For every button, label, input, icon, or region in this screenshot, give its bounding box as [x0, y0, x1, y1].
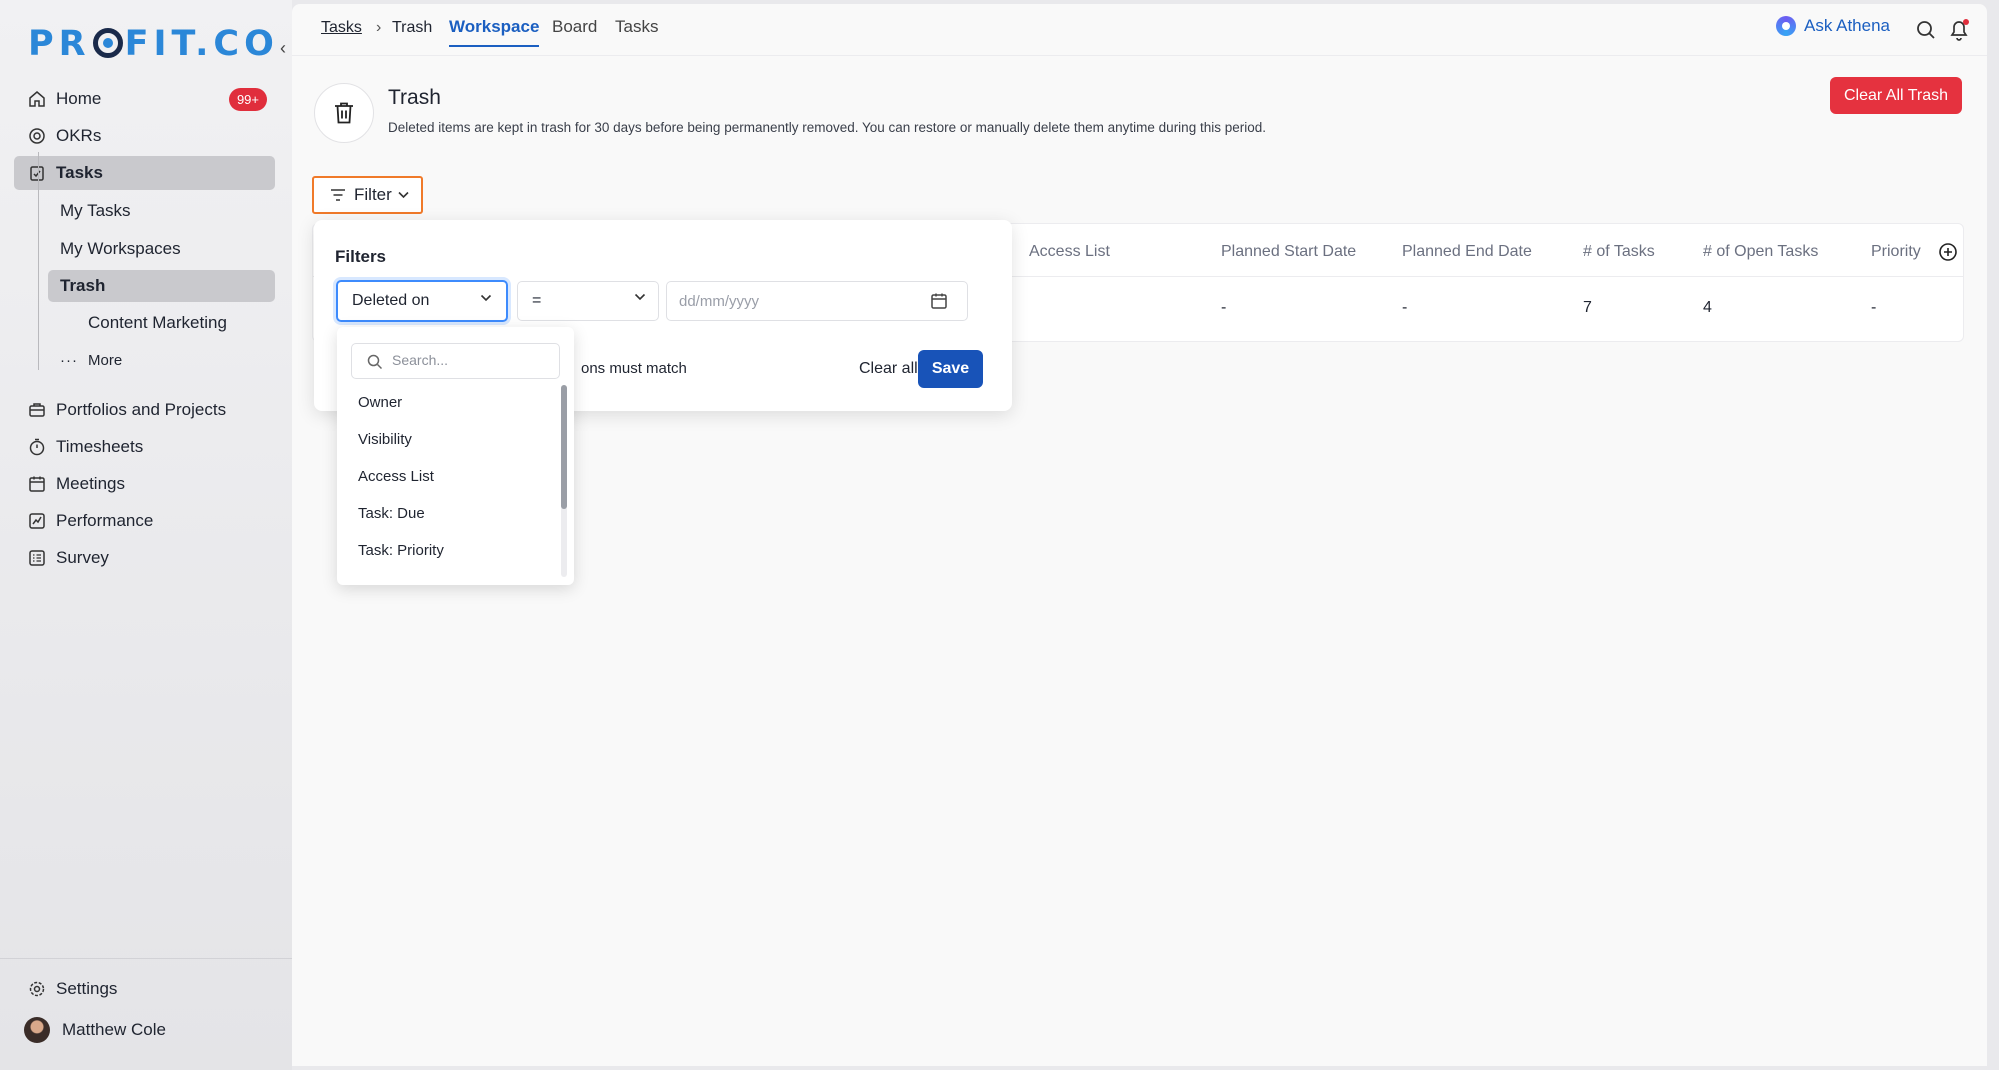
calendar-icon[interactable]: [930, 292, 948, 310]
sidebar-item-label: Home: [56, 89, 102, 108]
clipboard-check-icon: [30, 166, 44, 181]
sidebar-divider: [0, 958, 292, 959]
add-column-icon[interactable]: [1938, 242, 1958, 262]
chart-line-icon: [29, 513, 45, 529]
table-cell: -: [1221, 299, 1227, 316]
sidebar-item-label: Timesheets: [56, 437, 144, 456]
collapse-sidebar-icon[interactable]: ‹: [280, 38, 286, 59]
trash-header-icon: [314, 83, 374, 143]
tab-tasks[interactable]: Tasks: [615, 17, 658, 37]
sidebar-item-timesheets[interactable]: Timesheets: [14, 430, 275, 464]
breadcrumb-trash: Trash: [392, 19, 433, 36]
sidebar-subitem-content-marketing[interactable]: Content Marketing: [76, 307, 275, 339]
sidebar-subitem-more[interactable]: ··· More: [48, 344, 275, 376]
briefcase-icon: [29, 403, 45, 417]
sidebar: PR FIT.CO ‹ Home 99+ OKRs Tasks My Tasks …: [0, 0, 292, 1070]
bell-icon[interactable]: [1948, 18, 1970, 42]
athena-icon: [1776, 16, 1796, 36]
tab-board[interactable]: Board: [552, 17, 597, 37]
filter-date-input[interactable]: [666, 281, 968, 321]
sidebar-item-survey[interactable]: Survey: [14, 541, 275, 575]
target-icon: [29, 128, 45, 144]
column-header[interactable]: Access List: [1029, 243, 1110, 261]
logo-target-icon: [92, 28, 123, 58]
notification-badge: 99+: [228, 87, 267, 111]
topbar: Tasks › Trash Workspace Board Tasks Ask …: [292, 4, 1987, 56]
column-header[interactable]: Planned Start Date: [1221, 243, 1356, 261]
sidebar-item-label: Survey: [56, 548, 109, 567]
main-content: Tasks › Trash Workspace Board Tasks Ask …: [292, 4, 1987, 1066]
table-cell: 7: [1583, 299, 1592, 316]
sidebar-item-okrs[interactable]: OKRs: [14, 119, 275, 153]
sidebar-item-label: Performance: [56, 511, 154, 530]
survey-list-icon: [29, 550, 45, 566]
breadcrumb-tasks[interactable]: Tasks: [321, 19, 362, 37]
dropdown-option-visibility[interactable]: Visibility: [358, 431, 412, 448]
filter-field-select[interactable]: Deleted on: [336, 280, 508, 322]
home-icon: [29, 91, 45, 107]
chevron-down-icon: [634, 293, 646, 301]
sidebar-item-label: Tasks: [56, 163, 103, 182]
column-header[interactable]: Planned End Date: [1402, 243, 1532, 261]
table-cell: -: [1871, 299, 1877, 316]
trash-icon: [335, 102, 353, 124]
sidebar-item-meetings[interactable]: Meetings: [14, 467, 275, 501]
dropdown-search-input[interactable]: [392, 352, 552, 368]
calendar-icon: [29, 476, 45, 492]
dropdown-option-task-priority[interactable]: Task: Priority: [358, 542, 444, 559]
sidebar-item-label: OKRs: [56, 126, 102, 145]
sidebar-subitem-my-tasks[interactable]: My Tasks: [48, 195, 275, 227]
field-dropdown: Owner Visibility Access List Task: Due T…: [337, 327, 574, 585]
sidebar-item-label: Settings: [56, 979, 118, 998]
save-button[interactable]: Save: [918, 350, 983, 388]
sidebar-item-portfolios[interactable]: Portfolios and Projects: [14, 393, 275, 427]
sidebar-subitem-my-workspaces[interactable]: My Workspaces: [48, 233, 275, 265]
dropdown-option-access-list[interactable]: Access List: [358, 468, 434, 485]
sidebar-item-label: Portfolios and Projects: [56, 400, 227, 419]
filter-button[interactable]: Filter: [312, 176, 423, 214]
dropdown-option-owner[interactable]: Owner: [358, 394, 402, 411]
filters-title: Filters: [335, 247, 387, 266]
avatar: [24, 1017, 50, 1043]
user-name: Matthew Cole: [62, 1020, 166, 1039]
breadcrumb-separator: ›: [376, 19, 382, 36]
sidebar-item-label: Meetings: [56, 474, 125, 493]
dropdown-option-task-due[interactable]: Task: Due: [358, 505, 425, 522]
match-condition-text: ons must match: [581, 360, 687, 377]
sidebar-item-home[interactable]: Home 99+: [14, 82, 275, 116]
search-icon: [367, 354, 383, 370]
sidebar-item-settings[interactable]: Settings: [14, 972, 275, 1006]
tab-workspace[interactable]: Workspace: [449, 17, 540, 47]
user-profile[interactable]: Matthew Cole: [14, 1013, 275, 1047]
filter-lines-icon: [331, 189, 345, 201]
tree-line: [38, 152, 39, 370]
column-header[interactable]: # of Tasks: [1583, 243, 1655, 261]
column-header[interactable]: Priority: [1871, 243, 1921, 261]
ask-athena-button[interactable]: Ask Athena: [1776, 16, 1890, 36]
column-header[interactable]: # of Open Tasks: [1703, 243, 1818, 261]
more-dots-icon: ···: [60, 351, 78, 369]
page-description: Deleted items are kept in trash for 30 d…: [388, 120, 1266, 135]
chevron-down-icon: [398, 191, 409, 199]
dropdown-search: [351, 343, 560, 379]
sidebar-item-tasks[interactable]: Tasks: [14, 156, 275, 190]
stopwatch-icon: [29, 438, 45, 456]
dropdown-scrollbar-thumb[interactable]: [561, 385, 567, 509]
chevron-down-icon: [480, 294, 492, 302]
search-icon[interactable]: [1916, 20, 1936, 40]
clear-all-trash-button[interactable]: Clear All Trash: [1830, 77, 1963, 114]
page-title: Trash: [388, 86, 441, 109]
table-cell: 4: [1703, 299, 1712, 316]
profitco-logo[interactable]: PR FIT.CO: [28, 24, 279, 64]
sidebar-item-performance[interactable]: Performance: [14, 504, 275, 538]
gear-icon: [29, 981, 45, 997]
table-cell: -: [1402, 299, 1408, 316]
filter-operator-select[interactable]: =: [517, 281, 659, 321]
sidebar-subitem-trash[interactable]: Trash: [48, 270, 275, 302]
